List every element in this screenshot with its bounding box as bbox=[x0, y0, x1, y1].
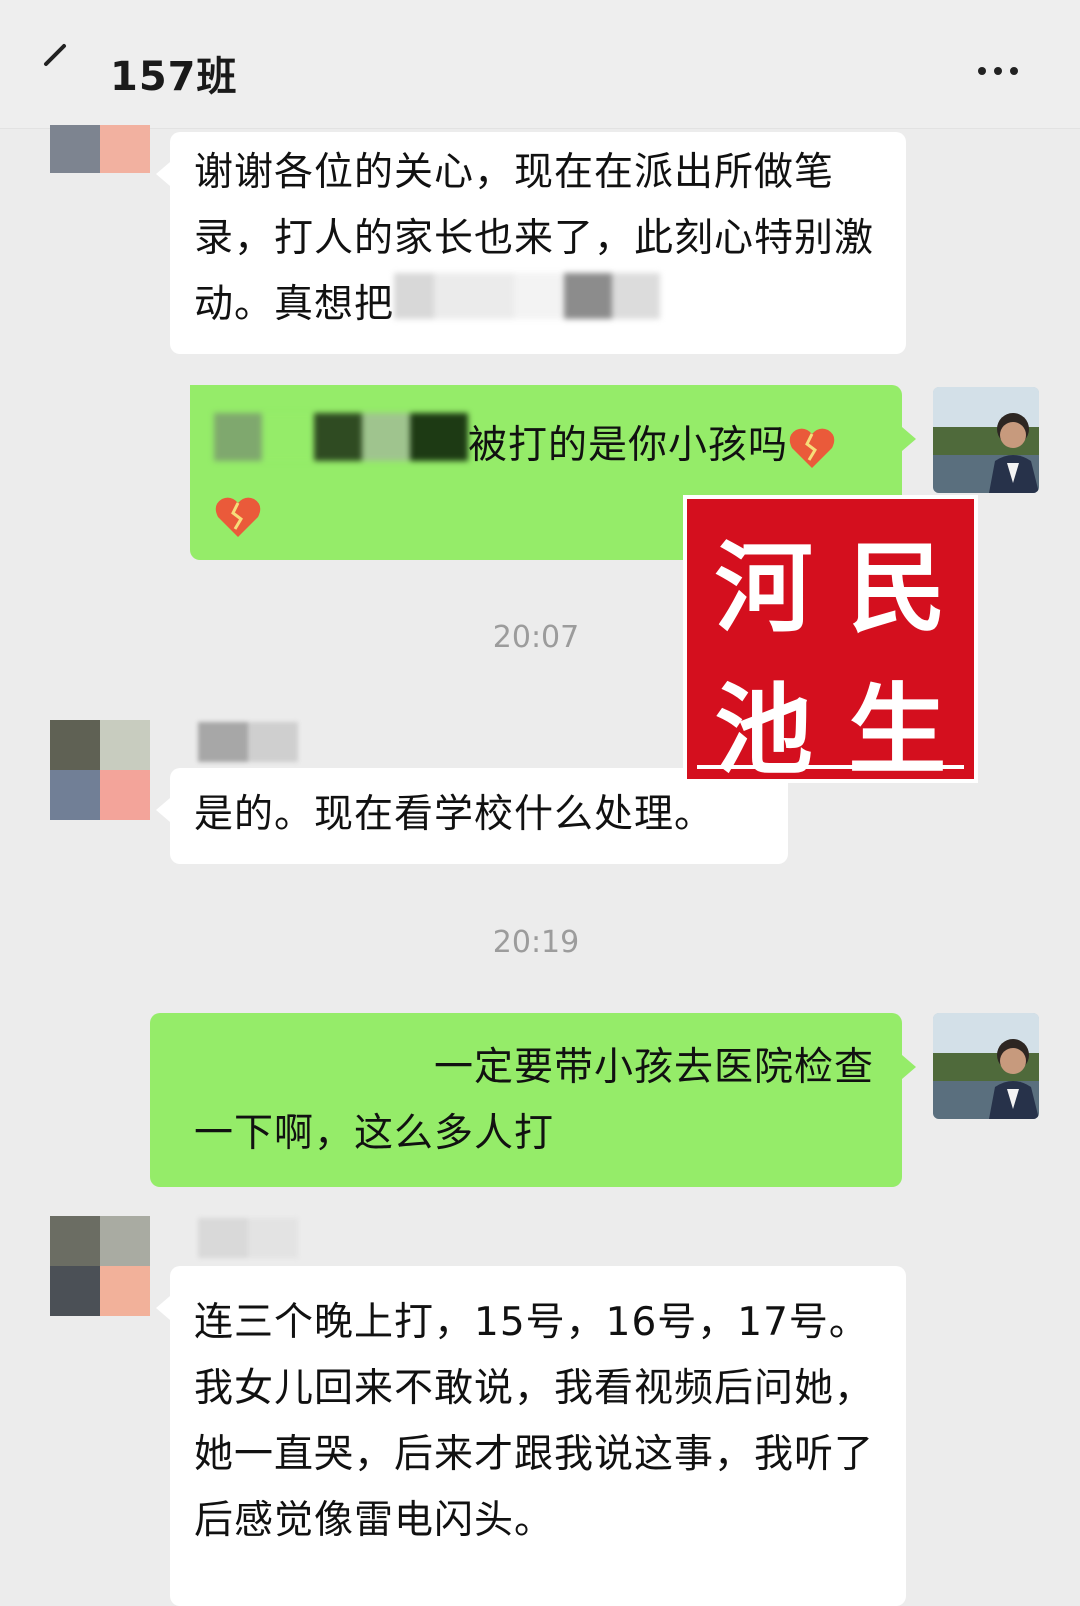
watermark-char: 河 bbox=[714, 532, 813, 646]
message-bubble-outgoing[interactable]: 一定要带小孩去医院检查一下啊，这么多人打 bbox=[150, 1013, 916, 1187]
sender-name bbox=[198, 722, 298, 762]
avatar[interactable] bbox=[50, 125, 150, 173]
sender-name bbox=[198, 1218, 298, 1258]
message-text: 一定要带小孩去医院检查一下啊，这么多人打 bbox=[194, 1045, 875, 1156]
redacted-text bbox=[394, 273, 661, 340]
message-text: 连三个晚上打，15号，16号，17号。我女儿回来不敢说，我看视频后问她，她一直哭… bbox=[194, 1300, 875, 1543]
avatar[interactable] bbox=[933, 1013, 1039, 1119]
broken-heart-icon bbox=[215, 497, 261, 537]
watermark-char: 生 bbox=[848, 674, 947, 788]
avatar[interactable] bbox=[933, 387, 1039, 493]
avatar[interactable] bbox=[50, 720, 150, 820]
broken-heart-icon bbox=[789, 428, 835, 468]
redacted-text bbox=[214, 413, 468, 482]
more-icon[interactable] bbox=[978, 60, 1030, 80]
timestamp: 20:19 bbox=[492, 925, 580, 960]
message-text: 被打的是你小孩吗 bbox=[468, 423, 789, 468]
avatar[interactable] bbox=[50, 1216, 150, 1316]
back-icon[interactable] bbox=[38, 40, 78, 80]
watermark-char: 民 bbox=[848, 532, 947, 646]
watermark-char: 池 bbox=[714, 674, 813, 788]
watermark-logo: 河 民 池 生 bbox=[683, 495, 978, 788]
chat-title: 157班 bbox=[110, 54, 238, 100]
chat-header: 157班 bbox=[0, 0, 1080, 129]
message-bubble-incoming[interactable]: 谢谢各位的关心，现在在派出所做笔录，打人的家长也来了，此刻心特别激动。真想把 bbox=[156, 132, 906, 354]
message-bubble-incoming[interactable]: 连三个晚上打，15号，16号，17号。我女儿回来不敢说，我看视频后问她，她一直哭… bbox=[156, 1266, 906, 1606]
message-text: 是的。现在看学校什么处理。 bbox=[194, 792, 715, 837]
